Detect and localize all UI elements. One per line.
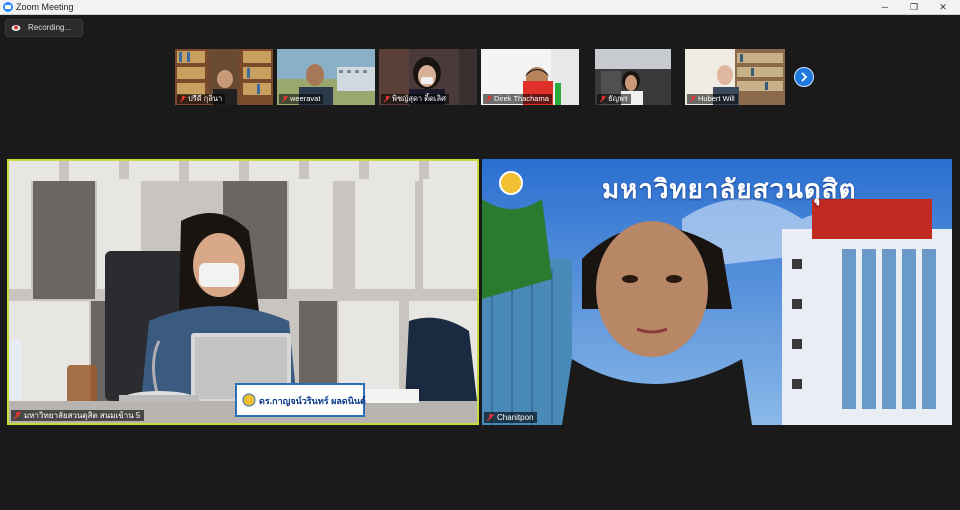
- muted-mic-icon: [180, 96, 186, 102]
- nameplate-text: ดร.กาญจน์วรินทร์ ผลดนินต์: [259, 396, 366, 406]
- participant-name: ธัญพร: [608, 94, 628, 103]
- participant-name: Chanitpon: [497, 413, 534, 422]
- participant-name: weeravat: [290, 94, 321, 103]
- minimize-button[interactable]: ─: [872, 0, 898, 14]
- close-button[interactable]: ✕: [930, 0, 956, 14]
- recording-indicator[interactable]: Recording...: [5, 19, 83, 37]
- muted-mic-icon: [384, 96, 390, 102]
- participant-tile[interactable]: มหาวิทยาลัยสวนดุสิต Chanitpon: [482, 159, 952, 425]
- participant-name: Direk Thachama: [494, 94, 549, 103]
- muted-mic-icon: [282, 96, 288, 102]
- participant-thumbnail[interactable]: พิชญ์สุดา ติ้ดเลิศ: [379, 49, 477, 105]
- chevron-right-icon: [801, 72, 808, 82]
- participant-name-tag: มหาวิทยาลัยสวนดุสิต สนมเข้าน 5: [11, 410, 145, 421]
- participant-name: Hubert Will: [698, 94, 735, 103]
- zoom-logo-icon: [3, 2, 13, 12]
- muted-mic-icon: [487, 414, 494, 421]
- participant-name-tag: ธัญพร: [597, 94, 631, 104]
- muted-mic-icon: [486, 96, 492, 102]
- muted-mic-icon: [600, 96, 606, 102]
- participant-thumbnail[interactable]: Direk Thachama: [481, 49, 579, 105]
- muted-mic-icon: [690, 96, 696, 102]
- participant-name-tag: Hubert Will: [687, 94, 738, 104]
- participant-name-tag: ปรีดี กุลินา: [177, 94, 226, 104]
- muted-mic-icon: [14, 412, 21, 419]
- window-title: Zoom Meeting: [16, 2, 74, 12]
- active-speaker-tile[interactable]: ดร.กาญจน์วรินทร์ ผลดนินต์ มหาวิทยาลัยสวน…: [7, 159, 479, 425]
- recording-label: Recording...: [28, 23, 72, 32]
- participant-thumbnail[interactable]: Hubert Will: [685, 49, 785, 105]
- participant-name-tag: Direk Thachama: [483, 94, 552, 104]
- participant-name-tag: Chanitpon: [484, 412, 538, 423]
- participant-name-tag: พิชญ์สุดา ติ้ดเลิศ: [381, 94, 449, 104]
- participant-name-tag: weeravat: [279, 94, 324, 104]
- cloud-recording-icon: [11, 25, 21, 31]
- university-seal-icon: [242, 393, 256, 407]
- restore-button[interactable]: ❐: [901, 0, 927, 14]
- participant-thumbnail[interactable]: weeravat: [277, 49, 375, 105]
- participant-name: ปรีดี กุลินา: [188, 94, 223, 103]
- participant-name: มหาวิทยาลัยสวนดุสิต สนมเข้าน 5: [24, 411, 141, 420]
- participant-thumbnail[interactable]: ปรีดี กุลินา: [175, 49, 273, 105]
- next-page-button[interactable]: [794, 67, 814, 87]
- banner-text: มหาวิทยาลัยสวนดุสิต: [602, 174, 857, 204]
- participant-name: พิชญ์สุดา ติ้ดเลิศ: [392, 94, 446, 103]
- participant-thumbnail[interactable]: ธัญพร: [595, 49, 671, 105]
- title-bar: Zoom Meeting ─ ❐ ✕: [0, 0, 960, 15]
- desk-nameplate: ดร.กาญจน์วรินทร์ ผลดนินต์: [235, 383, 366, 417]
